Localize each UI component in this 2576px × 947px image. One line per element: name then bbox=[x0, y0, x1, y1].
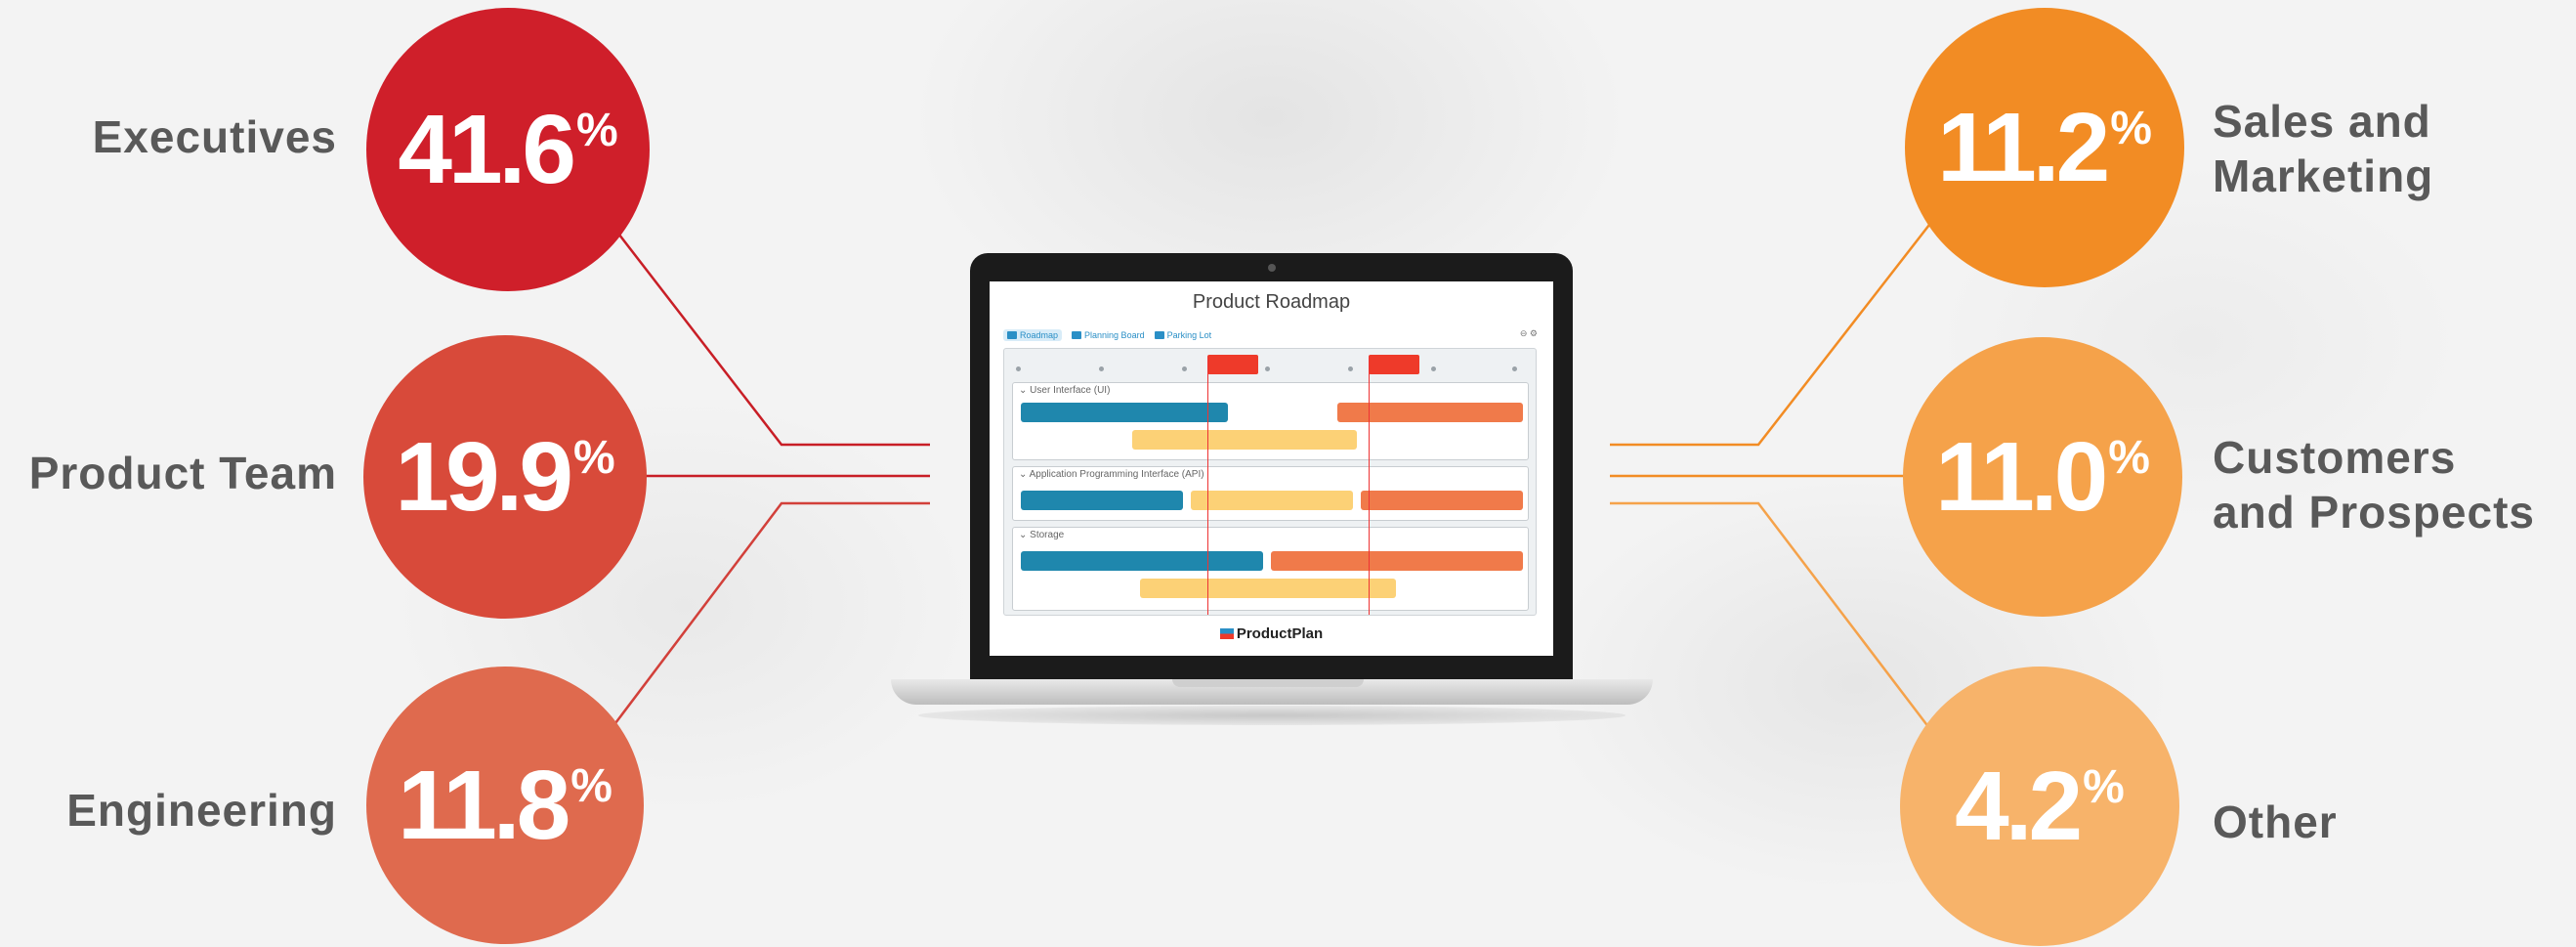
timeline-tick bbox=[1182, 366, 1187, 371]
tab-parking-lot[interactable]: Parking Lot bbox=[1154, 329, 1212, 341]
laptop-screen: Product Roadmap Roadmap Planning Board P… bbox=[990, 281, 1553, 656]
stat-circle-product-team: 19.9% bbox=[363, 335, 647, 619]
lane-label: Application Programming Interface (API) bbox=[1029, 469, 1204, 480]
percent-sign: % bbox=[575, 104, 618, 156]
label-engineering: Engineering bbox=[66, 785, 337, 836]
roadmap-bar[interactable] bbox=[1021, 403, 1228, 422]
stat-circle-executives: 41.6% bbox=[366, 8, 650, 291]
lane-label: Storage bbox=[1030, 530, 1065, 540]
stat-value: 11.2 bbox=[1937, 92, 2110, 202]
roadmap-bar[interactable] bbox=[1140, 579, 1396, 598]
percent-sign: % bbox=[572, 431, 615, 484]
roadmap-bar[interactable] bbox=[1271, 551, 1523, 571]
stat-circle-customers-prospects: 11.0% bbox=[1903, 337, 2182, 617]
timeline-tick bbox=[1348, 366, 1353, 371]
milestone-flag[interactable] bbox=[1369, 355, 1419, 374]
percent-sign: % bbox=[570, 759, 612, 812]
productplan-logo-icon bbox=[1219, 628, 1234, 639]
label-executives: Executives bbox=[92, 111, 337, 162]
roadmap-bar[interactable] bbox=[1021, 551, 1263, 571]
label-line: Marketing bbox=[2213, 151, 2434, 201]
label-line: Sales and bbox=[2213, 96, 2431, 147]
timeline-tick bbox=[1431, 366, 1436, 371]
tab-label: Planning Board bbox=[1084, 330, 1145, 340]
tab-label: Parking Lot bbox=[1166, 330, 1212, 340]
stat-value: 41.6 bbox=[398, 94, 576, 204]
roadmap-bar[interactable] bbox=[1191, 491, 1353, 510]
milestone-flag[interactable] bbox=[1207, 355, 1258, 374]
roadmap-board: ⌄ User Interface (UI) ⌄ Application Prog… bbox=[1003, 348, 1537, 616]
timeline-tick bbox=[1016, 366, 1021, 371]
roadmap-bar[interactable] bbox=[1337, 403, 1523, 422]
lane-title: ⌄ Storage bbox=[1019, 530, 1065, 540]
stat-circle-other: 4.2% bbox=[1900, 667, 2179, 946]
label-line: and Prospects bbox=[2213, 487, 2535, 538]
label-other: Other bbox=[2213, 796, 2338, 847]
connector-engineering bbox=[614, 501, 930, 724]
label-line: Customers bbox=[2213, 432, 2457, 483]
roadmap-bar[interactable] bbox=[1361, 491, 1523, 510]
lane-title: ⌄ Application Programming Interface (API… bbox=[1019, 469, 1204, 480]
label-sales-marketing: Sales and Marketing bbox=[2213, 94, 2433, 203]
stat-circle-engineering: 11.8% bbox=[366, 667, 644, 944]
stat-circle-sales-marketing: 11.2% bbox=[1905, 8, 2184, 287]
label-product-team: Product Team bbox=[28, 448, 337, 498]
roadmap-icon bbox=[1007, 331, 1017, 339]
stat-value: 4.2 bbox=[1955, 751, 2083, 861]
lane-label: User Interface (UI) bbox=[1030, 385, 1111, 396]
timeline-tick bbox=[1265, 366, 1270, 371]
timeline-tick bbox=[1099, 366, 1104, 371]
laptop-shadow bbox=[918, 706, 1626, 725]
percent-sign: % bbox=[2110, 102, 2152, 154]
tab-roadmap[interactable]: Roadmap bbox=[1003, 329, 1063, 341]
roadmap-tabs: Roadmap Planning Board Parking Lot bbox=[1003, 329, 1211, 341]
connector-executives bbox=[614, 229, 930, 447]
parking-icon bbox=[1154, 331, 1164, 339]
tab-label: Roadmap bbox=[1020, 330, 1059, 340]
stat-value: 11.0 bbox=[1935, 421, 2108, 532]
percent-sign: % bbox=[2083, 760, 2125, 813]
brand-name: ProductPlan bbox=[1236, 625, 1324, 642]
percent-sign: % bbox=[2108, 431, 2150, 484]
stat-value: 19.9 bbox=[395, 421, 573, 532]
roadmap-title: Product Roadmap bbox=[1192, 291, 1351, 313]
brand-logo: ProductPlan bbox=[990, 625, 1553, 642]
connector-other bbox=[1610, 501, 1930, 729]
timeline-tick bbox=[1512, 366, 1517, 371]
roadmap-bar[interactable] bbox=[1021, 491, 1183, 510]
stat-value: 11.8 bbox=[398, 750, 570, 860]
lane-storage: ⌄ Storage bbox=[1012, 527, 1529, 611]
camera-icon bbox=[1268, 264, 1276, 272]
board-icon bbox=[1072, 331, 1082, 339]
settings-icons[interactable]: ⊖ ⚙ bbox=[1520, 328, 1538, 339]
milestone-line bbox=[1207, 357, 1208, 615]
laptop-notch bbox=[1172, 679, 1364, 687]
lane-title: ⌄ User Interface (UI) bbox=[1019, 385, 1111, 396]
milestone-line bbox=[1369, 357, 1370, 615]
connector-sales bbox=[1610, 224, 1930, 447]
lane-ui: ⌄ User Interface (UI) bbox=[1012, 382, 1529, 460]
roadmap-bar[interactable] bbox=[1132, 430, 1357, 450]
tab-planning-board[interactable]: Planning Board bbox=[1072, 329, 1145, 341]
label-customers-prospects: Customers and Prospects bbox=[2213, 430, 2535, 539]
lane-api: ⌄ Application Programming Interface (API… bbox=[1012, 466, 1529, 521]
